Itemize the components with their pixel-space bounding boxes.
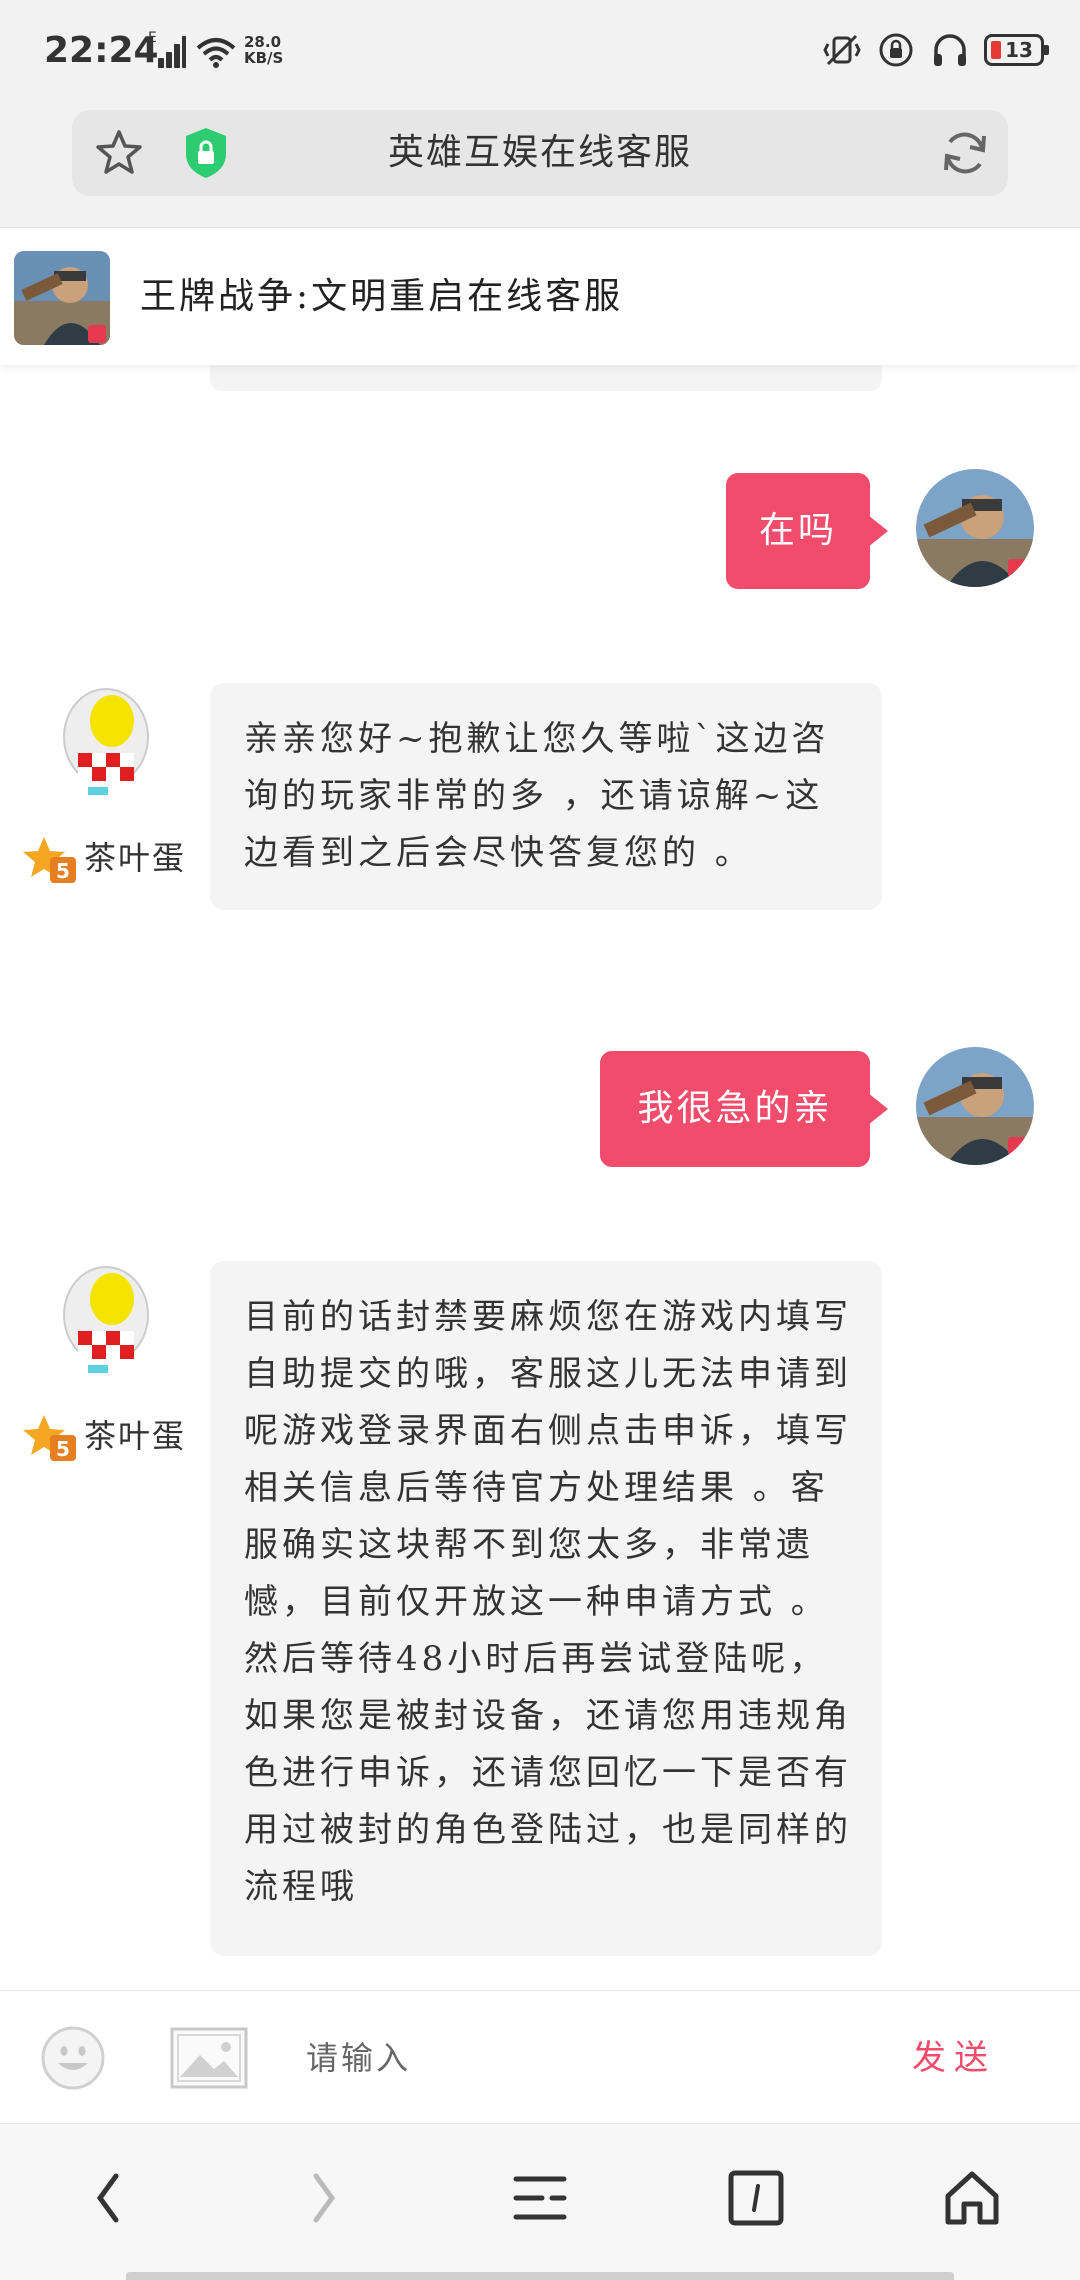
gesture-bar[interactable]: [126, 2272, 954, 2280]
net-speed: 28.0 KB/S: [244, 33, 284, 67]
rotation-lock-icon: [879, 33, 913, 67]
svg-text:5: 5: [56, 859, 70, 883]
message-bubble[interactable]: 目前的话封禁要麻烦您在游戏内填写自助提交的哦，客服这儿无法申请到呢游戏登录界面右…: [210, 1261, 882, 1956]
status-bar: 22:24 E 28.0 KB/S 13: [0, 0, 1080, 110]
address-bar[interactable]: 英雄互娱在线客服: [72, 110, 1008, 196]
secure-shield-icon[interactable]: [182, 126, 230, 180]
image-upload-icon[interactable]: [170, 2027, 248, 2089]
previous-message-bubble: [210, 365, 882, 391]
back-button[interactable]: [68, 2158, 148, 2238]
svg-text:5: 5: [56, 1437, 70, 1461]
browser-toolbar: 英雄互娱在线客服: [0, 110, 1080, 228]
tabs-count-icon: [728, 2170, 784, 2226]
message-input[interactable]: [290, 2015, 850, 2101]
message-bubble[interactable]: 我很急的亲: [600, 1051, 888, 1167]
forward-arrow-icon: [313, 2173, 336, 2223]
page-title: 英雄互娱在线客服: [387, 132, 692, 173]
send-button[interactable]: 发送: [884, 2015, 1024, 2101]
wifi-icon: [196, 38, 236, 68]
bookmark-star-icon[interactable]: [94, 128, 144, 178]
battery-level: 13: [1005, 38, 1033, 62]
battery-icon: 13: [984, 34, 1049, 66]
user-avatar[interactable]: [916, 1047, 1034, 1165]
emoji-icon[interactable]: [40, 2025, 106, 2091]
home-button[interactable]: [932, 2158, 1012, 2238]
message-outgoing: 我很急的亲: [0, 1043, 1080, 1167]
chat-header: 王牌战争:文明重启在线客服: [0, 229, 1080, 365]
agent-name: 茶叶蛋: [84, 839, 187, 877]
message-bubble[interactable]: 亲亲您好~抱歉让您久等啦`这边咨询的玩家非常的多 ，还请谅解~这边看到之后会尽快…: [210, 683, 882, 910]
home-icon: [945, 2171, 999, 2225]
agent-avatar[interactable]: [48, 683, 166, 801]
level-badge-icon: 5: [23, 1415, 76, 1461]
message-input-bar: 发送: [0, 1990, 1080, 2124]
browser-bottom-nav: [0, 2124, 1080, 2280]
menu-icon: [513, 2176, 567, 2220]
vibrate-icon: [823, 34, 861, 66]
headphones-icon: [934, 34, 966, 66]
chat-title: 王牌战争:文明重启在线客服: [140, 276, 624, 317]
agent-avatar[interactable]: [48, 1261, 166, 1379]
game-avatar-icon: [14, 251, 110, 345]
level-badge-icon: 5: [23, 837, 76, 883]
agent-name: 茶叶蛋: [84, 1417, 187, 1455]
cell-signal-icon: E: [148, 30, 186, 68]
message-bubble[interactable]: 在吗: [726, 473, 888, 589]
refresh-icon[interactable]: [938, 126, 992, 180]
network-type: E: [148, 30, 157, 46]
message-outgoing: 在吗: [0, 465, 1080, 589]
status-time: 22:24: [44, 30, 159, 71]
back-arrow-icon: [96, 2173, 119, 2223]
tabs-button[interactable]: [716, 2158, 796, 2238]
forward-button[interactable]: [284, 2158, 364, 2238]
chat-messages[interactable]: 在吗 5 茶叶蛋 亲亲您好~抱歉让您久等啦`这边咨询的玩家非常的多 ，还请谅解~…: [0, 365, 1080, 1990]
menu-button[interactable]: [500, 2158, 580, 2238]
user-avatar[interactable]: [916, 469, 1034, 587]
